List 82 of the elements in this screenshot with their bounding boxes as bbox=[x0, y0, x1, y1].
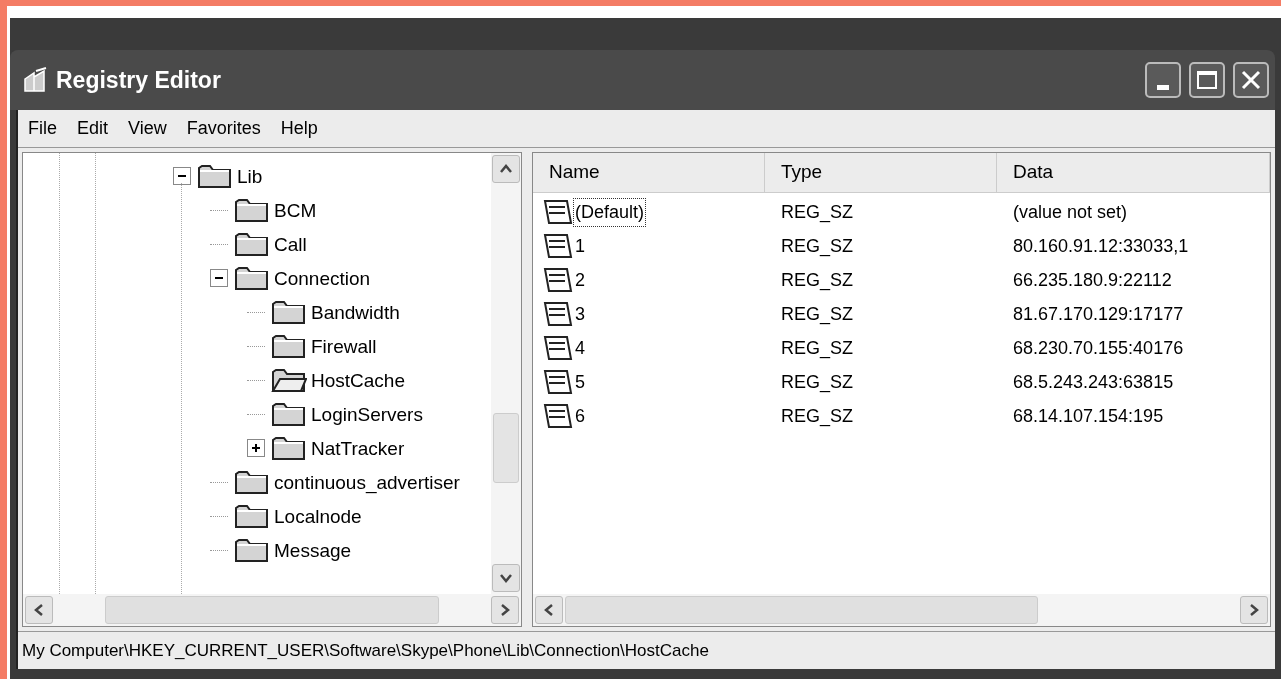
menu-item[interactable]: Edit bbox=[77, 115, 109, 142]
value-name[interactable]: 2 bbox=[573, 265, 587, 295]
folder-icon bbox=[197, 163, 233, 189]
scroll-thumb[interactable] bbox=[105, 596, 439, 624]
table-cell-text: 68.5.243.243:63815 bbox=[1012, 370, 1175, 394]
value-name[interactable]: 4 bbox=[573, 333, 587, 363]
expand-icon[interactable] bbox=[247, 439, 265, 457]
menu-item[interactable]: Help bbox=[280, 115, 318, 142]
folder-icon bbox=[234, 197, 270, 223]
column-header[interactable]: Name bbox=[533, 153, 765, 192]
vertical-scrollbar[interactable] bbox=[491, 153, 521, 594]
tree-item[interactable]: Connection bbox=[234, 265, 371, 291]
table-cell-text: 68.14.107.154:195 bbox=[1012, 404, 1165, 428]
window-title: Registry Editor bbox=[56, 65, 222, 95]
menu-item[interactable]: Favorites bbox=[186, 115, 261, 142]
tree-item[interactable]: Lib bbox=[197, 163, 263, 189]
table-cell-text: 81.67.170.129:17177 bbox=[1012, 302, 1185, 326]
tree-item[interactable]: Message bbox=[234, 537, 352, 563]
horizontal-scrollbar[interactable] bbox=[533, 594, 1270, 626]
scroll-up-button[interactable] bbox=[492, 155, 520, 183]
registry-editor-icon bbox=[22, 67, 48, 93]
string-value-icon bbox=[543, 369, 573, 395]
table-cell-text: 66.235.180.9:22112 bbox=[1012, 268, 1173, 292]
string-value-icon bbox=[543, 403, 573, 429]
folder-icon bbox=[234, 503, 270, 529]
table-cell-text: (value not set) bbox=[1012, 200, 1129, 224]
collapse-icon[interactable] bbox=[210, 269, 228, 287]
tree-item[interactable]: LoginServers bbox=[271, 401, 423, 427]
open-folder-icon bbox=[271, 367, 307, 393]
horizontal-scrollbar[interactable] bbox=[23, 594, 521, 626]
table-cell-text: 80.160.91.12:33033,1 bbox=[1012, 234, 1190, 258]
close-icon bbox=[1241, 70, 1261, 90]
scroll-thumb[interactable] bbox=[565, 596, 1038, 624]
table-cell-text: 68.230.70.155:40176 bbox=[1012, 336, 1185, 360]
folder-icon bbox=[234, 537, 270, 563]
string-value-icon bbox=[543, 267, 573, 293]
table-cell-text: REG_SZ bbox=[780, 268, 855, 293]
tree-item[interactable]: Localnode bbox=[234, 503, 362, 529]
string-value-icon bbox=[543, 335, 573, 361]
table-cell-text: REG_SZ bbox=[780, 302, 855, 327]
tree-item[interactable]: continuous_advertiser bbox=[234, 469, 460, 495]
menu-item[interactable]: File bbox=[28, 115, 57, 142]
folder-icon bbox=[271, 401, 307, 427]
folder-icon bbox=[234, 231, 270, 257]
folder-icon bbox=[271, 333, 307, 359]
folder-icon bbox=[234, 469, 270, 495]
table-cell-text: REG_SZ bbox=[780, 200, 855, 225]
tree-item[interactable]: Bandwidth bbox=[271, 299, 400, 325]
table-cell-text: REG_SZ bbox=[780, 370, 855, 395]
value-name[interactable]: 1 bbox=[573, 231, 587, 261]
scroll-left-button[interactable] bbox=[25, 596, 53, 624]
scroll-left-button[interactable] bbox=[535, 596, 563, 624]
value-name[interactable]: 6 bbox=[573, 401, 587, 431]
table-cell-text: REG_SZ bbox=[780, 234, 855, 259]
string-value-icon bbox=[543, 233, 573, 259]
value-name[interactable]: (Default) bbox=[573, 197, 647, 227]
collapse-icon[interactable] bbox=[173, 167, 191, 185]
close-button[interactable] bbox=[1233, 62, 1269, 98]
string-value-icon bbox=[543, 301, 573, 327]
scroll-right-button[interactable] bbox=[1240, 596, 1268, 624]
folder-icon bbox=[271, 299, 307, 325]
tree-item[interactable]: HostCache bbox=[271, 367, 405, 393]
tree-item[interactable]: BCM bbox=[234, 197, 317, 223]
string-value-icon bbox=[543, 199, 573, 225]
scroll-right-button[interactable] bbox=[491, 596, 519, 624]
scroll-down-button[interactable] bbox=[492, 564, 520, 592]
tree-item[interactable]: Firewall bbox=[271, 333, 377, 359]
value-name[interactable]: 3 bbox=[573, 299, 587, 329]
tree-item[interactable]: NatTracker bbox=[271, 435, 405, 461]
column-header[interactable]: Type bbox=[765, 153, 997, 192]
minimize-button[interactable] bbox=[1145, 62, 1181, 98]
column-header[interactable]: Data bbox=[997, 153, 1270, 192]
table-cell-text: REG_SZ bbox=[780, 404, 855, 429]
scroll-thumb[interactable] bbox=[493, 413, 519, 483]
value-name[interactable]: 5 bbox=[573, 367, 587, 397]
maximize-button[interactable] bbox=[1189, 62, 1225, 98]
folder-icon bbox=[234, 265, 270, 291]
status-path: My Computer\HKEY_CURRENT_USER\Software\Skype\Phone\Lib\Connection\HostCache bbox=[22, 639, 709, 662]
folder-icon bbox=[271, 435, 307, 461]
table-cell-text: REG_SZ bbox=[780, 336, 855, 361]
menu-item[interactable]: View bbox=[128, 115, 167, 142]
tree-item[interactable]: Call bbox=[234, 231, 307, 257]
